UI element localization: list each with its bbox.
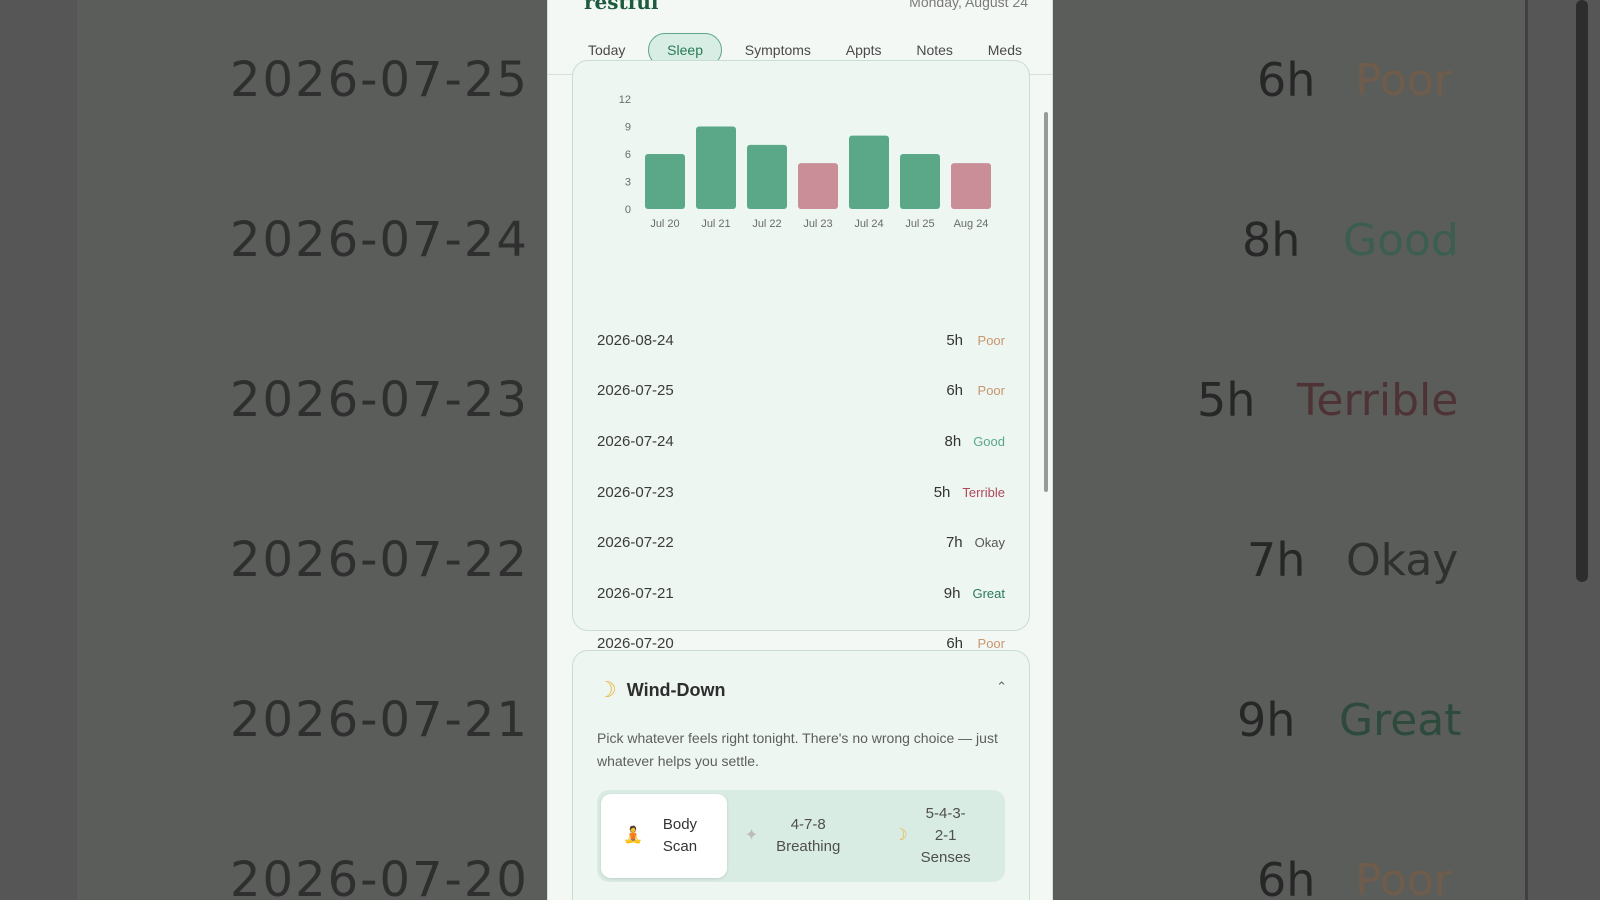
- bg-hours: 6h: [1257, 53, 1316, 107]
- log-right: 6h Poor: [946, 382, 1005, 399]
- bg-quality: Poor: [1355, 854, 1452, 900]
- chart-bar[interactable]: [747, 144, 787, 209]
- bg-hours: 7h: [1247, 533, 1306, 587]
- wind-down-description: Pick whatever feels right tonight. There…: [597, 730, 998, 769]
- log-date: 2026-08-24: [597, 331, 674, 349]
- x-tick-label: Jul 24: [854, 218, 883, 230]
- log-quality: Poor: [977, 332, 1005, 348]
- bg-hours: 9h: [1237, 693, 1296, 747]
- log-date: 2026-07-22: [597, 534, 674, 552]
- log-quality: Great: [972, 585, 1005, 601]
- log-hours: 6h: [946, 382, 963, 400]
- sleep-log-row[interactable]: 2026-07-24 8h Good: [597, 416, 1005, 467]
- sleep-log-row[interactable]: 2026-07-21 9h Great: [597, 568, 1005, 619]
- x-tick-label: Aug 24: [954, 218, 989, 230]
- log-quality: Okay: [974, 535, 1005, 551]
- y-tick-label: 9: [625, 122, 631, 134]
- x-tick-label: Jul 21: [701, 218, 730, 230]
- sleep-history-card: 0 3 6 9 12 Jul 20 Jul 21 Jul 22 Jul 23 Jul 24 Jul …: [572, 60, 1030, 652]
- wind-down-title: Wind-Down: [626, 679, 726, 700]
- option-label: 4-7-8 Breathing: [776, 816, 841, 855]
- option-label: 5-4-3-2-1 Senses: [920, 805, 971, 866]
- log-quality: Good: [973, 433, 1005, 449]
- log-hours: 8h: [944, 432, 962, 450]
- moon-icon: ☽: [893, 827, 908, 844]
- chart-bar[interactable]: [645, 154, 685, 209]
- log-date: 2026-07-23: [597, 483, 674, 501]
- bg-date: 2026-07-24: [230, 212, 529, 268]
- background-divider: [1525, 0, 1528, 900]
- option-senses[interactable]: ☽ 5-4-3-2-1 Senses: [864, 794, 1001, 878]
- sleep-log-row[interactable]: 2026-07-23 5h Terrible: [597, 467, 1005, 518]
- log-date: 2026-07-25: [597, 382, 674, 400]
- bg-hours: 5h: [1197, 373, 1256, 427]
- log-right: 5h Terrible: [934, 484, 1005, 501]
- log-hours: 5h: [946, 331, 963, 349]
- bg-quality: Good: [1343, 214, 1459, 266]
- x-tick-label: Jul 23: [803, 218, 832, 230]
- x-tick-label: Jul 20: [650, 218, 679, 230]
- bg-date: 2026-07-22: [230, 532, 529, 588]
- bg-hours: 6h: [1257, 853, 1316, 900]
- bg-quality: Terrible: [1297, 374, 1459, 426]
- sleep-log-row[interactable]: 2026-07-25 6h Poor: [597, 366, 1005, 417]
- background-scrollbar: [1576, 0, 1588, 582]
- y-tick-label: 12: [619, 94, 631, 106]
- bg-date: 2026-07-21: [230, 692, 529, 748]
- log-hours: 5h: [933, 483, 951, 501]
- wind-down-header[interactable]: ☽ Wind-Down: [597, 679, 726, 701]
- sparkle-icon: ✦: [744, 827, 759, 844]
- log-right: 5h Poor: [946, 332, 1005, 349]
- log-date: 2026-07-24: [597, 432, 674, 450]
- chart-bar[interactable]: [951, 163, 991, 209]
- sleep-bar-chart: 0 3 6 9 12 Jul 20 Jul 21 Jul 22 Jul 23 Jul 24 Jul …: [619, 94, 991, 230]
- sleep-log-row[interactable]: 2026-07-22 7h Okay: [597, 517, 1005, 568]
- current-date: Monday, August 24: [909, 0, 1028, 10]
- bg-date: 2026-07-23: [230, 372, 529, 428]
- sleep-log-list: 2026-08-24 5h Poor 2026-07-25 6h Poor 20…: [597, 315, 1005, 669]
- y-tick-label: 0: [625, 204, 631, 216]
- wind-down-card: ☽ Wind-Down ⌃ Pick whatever feels right …: [572, 650, 1030, 900]
- meditation-icon: 🧘: [623, 827, 643, 844]
- chart-bar[interactable]: [849, 135, 889, 209]
- log-quality: Poor: [977, 383, 1005, 399]
- chevron-up-icon[interactable]: ⌃: [996, 679, 1007, 695]
- sleep-log-row[interactable]: 2026-08-24 5h Poor: [597, 315, 1005, 366]
- chart-bar[interactable]: [696, 126, 736, 210]
- log-right: 8h Good: [945, 433, 1006, 450]
- bg-date: 2026-07-25: [230, 52, 529, 108]
- bg-quality: Great: [1339, 694, 1462, 746]
- wind-down-options: 🧘 Body Scan ✦ 4-7-8 Breathing ☽ 5-4-3-2-…: [597, 790, 1005, 882]
- x-tick-label: Jul 22: [752, 218, 781, 230]
- chart-bar[interactable]: [900, 154, 940, 209]
- app-logo: restful: [584, 0, 659, 14]
- option-label: Body Scan: [662, 816, 698, 855]
- log-date: 2026-07-21: [597, 584, 674, 602]
- y-tick-label: 6: [625, 149, 631, 161]
- bg-quality: Okay: [1346, 534, 1459, 586]
- option-body-scan[interactable]: 🧘 Body Scan: [601, 794, 727, 878]
- bg-hours: 8h: [1242, 213, 1301, 267]
- scrollbar[interactable]: [1044, 112, 1048, 492]
- bg-date: 2026-07-20: [230, 852, 529, 900]
- y-tick-label: 3: [625, 177, 631, 189]
- log-hours: 9h: [943, 584, 961, 602]
- chart-bar[interactable]: [798, 163, 838, 209]
- phone-frame: restful Monday, August 24 Today Sleep Sy…: [547, 0, 1053, 900]
- option-breathing[interactable]: ✦ 4-7-8 Breathing: [727, 794, 864, 878]
- sleep-chart: 0 3 6 9 12 Jul 20 Jul 21 Jul 22 Jul 23 Jul 24 Jul …: [589, 89, 1009, 299]
- bg-quality: Poor: [1355, 54, 1452, 106]
- log-quality: Terrible: [962, 484, 1005, 500]
- x-tick-label: Jul 25: [905, 218, 934, 230]
- log-right: 9h Great: [944, 585, 1005, 602]
- log-right: 7h Okay: [946, 534, 1005, 551]
- log-hours: 7h: [945, 534, 963, 552]
- moon-icon: ☽: [597, 677, 617, 702]
